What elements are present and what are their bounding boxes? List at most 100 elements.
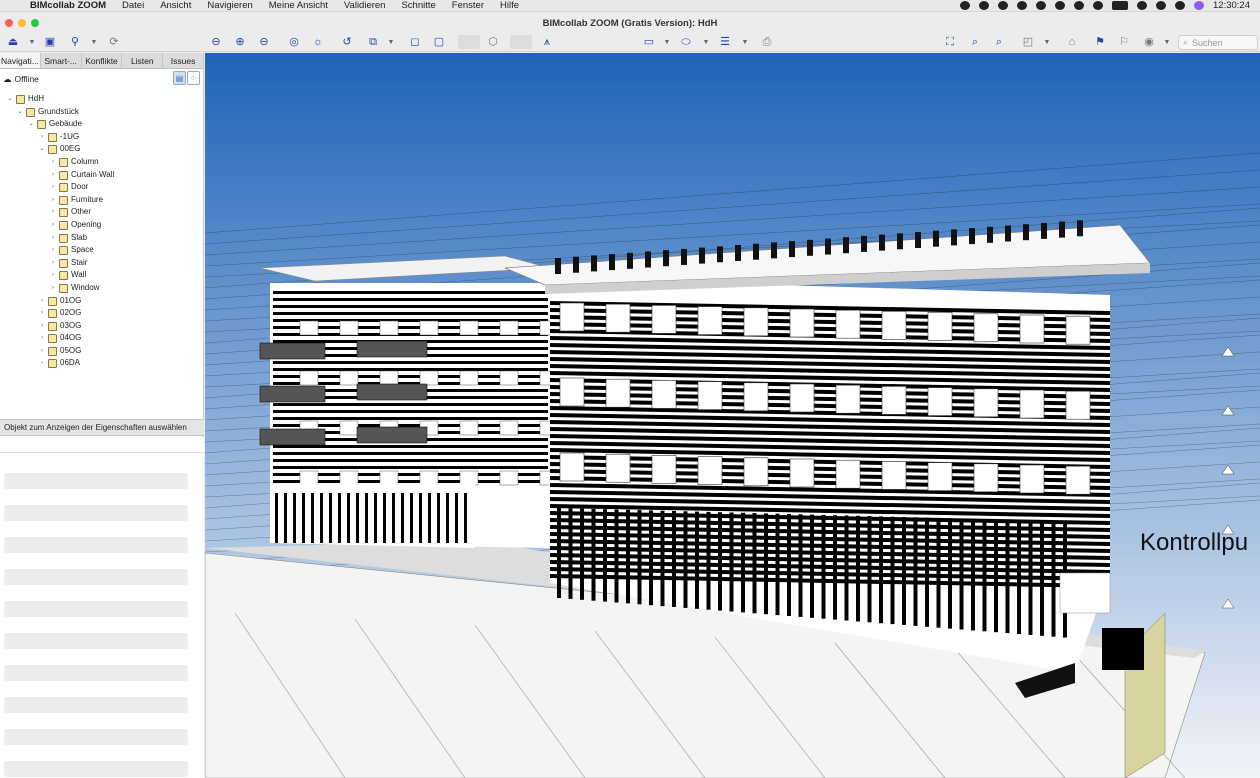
tree-row[interactable]: › Door — [0, 181, 204, 194]
chevron-right-icon[interactable]: › — [49, 181, 57, 194]
3d-viewport[interactable]: Kontrollpu — [205, 53, 1260, 778]
chevron-down-icon[interactable]: ▼ — [387, 35, 395, 49]
zoom-in-icon[interactable]: ⊕ — [233, 35, 247, 49]
spotlight-icon[interactable] — [1156, 1, 1167, 10]
chevron-right-icon[interactable]: › — [38, 332, 46, 345]
tab-listen[interactable]: Listen — [122, 53, 164, 68]
chevron-down-icon[interactable]: ▼ — [663, 35, 671, 49]
cube-outline-icon[interactable]: ⬡ — [486, 35, 500, 49]
creative-cloud-icon[interactable] — [960, 1, 971, 10]
tree-row[interactable]: › Other — [0, 206, 204, 219]
menu-meine-ansicht[interactable]: Meine Ansicht — [261, 0, 336, 11]
menu-app-name[interactable]: BIMcollab ZOOM — [22, 0, 114, 11]
tree-view-icon[interactable]: ▤ — [173, 71, 186, 85]
box-icon[interactable]: ⧉ — [366, 35, 380, 49]
menu-hilfe[interactable]: Hilfe — [492, 0, 527, 11]
battery-icon[interactable] — [1112, 1, 1129, 10]
chevron-down-icon[interactable]: ▼ — [1163, 35, 1171, 49]
chevron-down-icon[interactable]: ⌄ — [27, 118, 35, 131]
isolate-icon[interactable]: ◰ — [1021, 35, 1035, 49]
tree-row[interactable]: › Stair — [0, 257, 204, 270]
tree-row[interactable]: › Opening — [0, 219, 204, 232]
sync-icon[interactable]: ⟳ — [107, 35, 121, 49]
eye-icon[interactable]: ▭ — [640, 35, 658, 49]
chevron-down-icon[interactable]: ▼ — [1043, 35, 1051, 49]
bluetooth-icon[interactable] — [1093, 1, 1104, 10]
camera-icon[interactable]: ⎙ — [760, 35, 774, 49]
tree-row[interactable]: › 06DA — [0, 357, 204, 370]
building-model-render[interactable]: Kontrollpu — [205, 53, 1260, 778]
equipment-box[interactable] — [1102, 628, 1144, 670]
tree-row[interactable]: ⌄ Grundstück — [0, 106, 204, 119]
zoom-window-icon[interactable] — [31, 19, 39, 27]
tree-row[interactable]: ⌄ Gebäude — [0, 118, 204, 131]
search-field[interactable]: ⌕ Suchen — [1178, 35, 1258, 50]
bcf-icon[interactable] — [510, 35, 532, 49]
clock-status-icon[interactable] — [1074, 1, 1085, 10]
tree-row[interactable]: › 04OG — [0, 332, 204, 345]
tab-issues[interactable]: Issues — [163, 53, 204, 68]
wifi-icon[interactable] — [1137, 1, 1148, 10]
measure-icon[interactable]: ⩚ — [540, 35, 554, 49]
chevron-right-icon[interactable]: › — [49, 206, 57, 219]
time-machine-icon[interactable] — [1036, 1, 1047, 10]
chevron-right-icon[interactable]: › — [49, 156, 57, 169]
dropbox-icon[interactable] — [998, 1, 1009, 10]
menu-navigieren[interactable]: Navigieren — [199, 0, 260, 11]
model-label-text[interactable]: Kontrollpu — [1140, 529, 1248, 556]
chevron-right-icon[interactable]: › — [38, 131, 46, 144]
close-window-icon[interactable] — [5, 19, 13, 27]
menu-datei[interactable]: Datei — [114, 0, 152, 11]
chevron-down-icon[interactable]: ▼ — [28, 35, 36, 49]
chevron-right-icon[interactable]: › — [38, 307, 46, 320]
zoom-select-icon[interactable]: ⌕ — [992, 35, 1006, 49]
chevron-down-icon[interactable]: ⌄ — [38, 143, 46, 156]
tree-row[interactable]: › 02OG — [0, 307, 204, 320]
chevron-right-icon[interactable]: › — [38, 295, 46, 308]
chevron-right-icon[interactable]: › — [49, 232, 57, 245]
tree-row[interactable]: › 03OG — [0, 320, 204, 333]
fullscreen-icon[interactable]: ⛶ — [943, 35, 957, 49]
control-center-icon[interactable] — [1175, 1, 1186, 10]
model-icon[interactable]: ⏏ — [6, 35, 20, 49]
tree-row[interactable]: › 01OG — [0, 295, 204, 308]
tree-row[interactable]: › Space — [0, 244, 204, 257]
tree-row[interactable]: ⌄ 00EG — [0, 143, 204, 156]
chevron-right-icon[interactable]: › — [49, 194, 57, 207]
save-icon[interactable]: ▣ — [43, 35, 57, 49]
chevron-down-icon[interactable]: ▼ — [741, 35, 749, 49]
tab-navigation[interactable]: Navigati... — [0, 53, 41, 68]
cube-icon[interactable]: ▢ — [432, 35, 446, 49]
zoom-minus-icon[interactable]: ⊖ — [257, 35, 271, 49]
menu-validieren[interactable]: Validieren — [336, 0, 394, 11]
tree-row[interactable]: › -1UG — [0, 131, 204, 144]
chevron-down-icon[interactable]: ⌄ — [6, 93, 14, 106]
chevron-right-icon[interactable]: › — [49, 169, 57, 182]
tab-konflikte[interactable]: Konflikte — [82, 53, 123, 68]
chevron-right-icon[interactable]: › — [38, 345, 46, 358]
menu-schnitte[interactable]: Schnitte — [393, 0, 443, 11]
chevron-right-icon[interactable]: › — [38, 320, 46, 333]
share-icon[interactable]: ⚲ — [68, 35, 82, 49]
section-icon[interactable]: ◻ — [408, 35, 422, 49]
tree-row[interactable]: › Curtain Wall — [0, 169, 204, 182]
select-icon[interactable]: ◎ — [287, 35, 301, 49]
app-status-icon[interactable] — [979, 1, 990, 10]
fit-icon[interactable]: ☼ — [311, 35, 325, 49]
tree-row[interactable]: › 05OG — [0, 345, 204, 358]
zoom-region-icon[interactable]: ⌕ — [968, 35, 982, 49]
chevron-right-icon[interactable]: › — [49, 244, 57, 257]
chevron-right-icon[interactable]: › — [49, 219, 57, 232]
minimize-window-icon[interactable] — [18, 19, 26, 27]
tree-row[interactable]: ⌄ HdH — [0, 93, 204, 106]
home-icon[interactable]: ⌂ — [1065, 35, 1079, 49]
layers-icon[interactable]: ☰ — [718, 35, 732, 49]
tree-row[interactable]: › Window — [0, 282, 204, 295]
check-icon[interactable] — [1017, 1, 1028, 10]
chevron-right-icon[interactable]: › — [49, 257, 57, 270]
chevron-down-icon[interactable]: ▼ — [90, 35, 98, 49]
rotate-icon[interactable]: ↺ — [340, 35, 354, 49]
tree-row[interactable]: › Wall — [0, 269, 204, 282]
ellipse-icon[interactable]: ⬭ — [679, 35, 693, 49]
hide-icon[interactable]: ⚐ — [1117, 35, 1131, 49]
